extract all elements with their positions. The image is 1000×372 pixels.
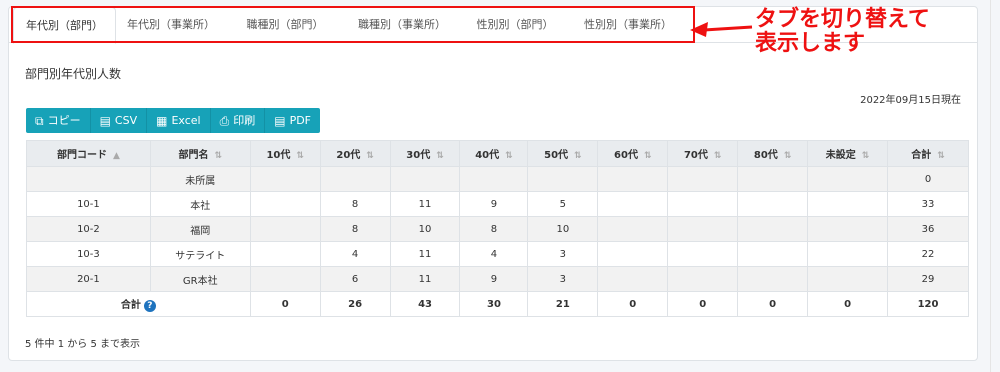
- pdf-button-label: PDF: [289, 114, 311, 127]
- tab-age-by-department[interactable]: 年代別（部門）: [13, 7, 116, 44]
- csv-button-label: CSV: [114, 114, 138, 127]
- age-by-department-table: 部門コード ▲ 部門名 ⇅ 10代 ⇅ 20代 ⇅ 30代 ⇅ 40代 ⇅ 50代 ⇅ 60代…: [26, 140, 969, 317]
- page-scrollbar[interactable]: [990, 0, 1000, 372]
- tab-age-by-office[interactable]: 年代別（事業所）: [119, 7, 223, 43]
- copy-icon: ⧉: [35, 113, 44, 128]
- sort-icon: ⇅: [214, 151, 223, 161]
- sort-icon: ⇅: [574, 151, 582, 161]
- as-of-date: 2022年09月15日現在: [860, 95, 961, 106]
- column-header[interactable]: 合計 ⇅: [887, 140, 969, 167]
- sort-icon: ⇅: [937, 151, 945, 161]
- table-row: 10-3 サテライト 4 11 4 3 22: [26, 241, 969, 267]
- excel-button[interactable]: ▦ Excel: [147, 108, 211, 133]
- table-body: 未所属 0 10-1 本社 8 11 9 5 33 10-2 福岡 8 10 8 10 36 1…: [26, 166, 969, 292]
- table-row: 10-1 本社 8 11 9 5 33: [26, 191, 969, 217]
- table-row: 20-1 GR本社 6 11 9 3 29: [26, 266, 969, 292]
- column-header[interactable]: 20代 ⇅: [319, 140, 391, 167]
- table-row: 10-2 福岡 8 10 8 10 36: [26, 216, 969, 242]
- column-header[interactable]: 70代 ⇅: [667, 140, 739, 167]
- sort-icon: ⇅: [436, 151, 444, 161]
- print-icon: ⎙: [219, 113, 230, 128]
- tab-gender-by-department[interactable]: 性別別（部門）: [465, 7, 565, 43]
- export-button-group: ⧉ コピー ▤ CSV ▦ Excel ⎙ 印刷 ▤ PDF: [26, 108, 320, 133]
- annotation-line-1: タブを切り替えて: [755, 7, 930, 32]
- help-icon[interactable]: ?: [143, 300, 156, 312]
- sort-icon: ⇅: [783, 151, 792, 161]
- total-label-cell: 合計?: [26, 291, 251, 317]
- column-header[interactable]: 80代 ⇅: [737, 140, 809, 167]
- sort-icon: ⇅: [296, 151, 304, 161]
- column-header[interactable]: 未設定 ⇅: [807, 140, 888, 167]
- column-header[interactable]: 40代 ⇅: [459, 140, 529, 167]
- column-header[interactable]: 部門名 ⇅: [149, 140, 251, 167]
- annotation-line-2: 表示します: [755, 31, 866, 56]
- column-header[interactable]: 10代 ⇅: [249, 140, 321, 167]
- file-icon: ▤: [99, 113, 111, 128]
- pagination-info: 5 件中 1 から 5 まで表示: [25, 339, 140, 350]
- table-row: 未所属 0: [26, 166, 969, 192]
- print-button[interactable]: ⎙ 印刷: [210, 108, 266, 133]
- print-button-label: 印刷: [233, 114, 256, 127]
- tab-job-by-department[interactable]: 職種別（部門）: [235, 7, 335, 43]
- section-title: 部門別年代別人数: [25, 67, 122, 81]
- arrow-left-icon: [690, 22, 753, 37]
- column-header[interactable]: 30代 ⇅: [389, 140, 461, 167]
- sort-icon: ⇅: [505, 151, 513, 161]
- sort-icon: ⇅: [713, 151, 722, 161]
- totals-row: 合計? 0 26 43 30 21 0 000 120: [26, 291, 969, 317]
- pdf-button[interactable]: ▤ PDF: [265, 108, 320, 133]
- annotation-callout: タブを切り替えて 表示します: [755, 8, 930, 56]
- sort-icon: ⇅: [366, 151, 374, 161]
- excel-button-label: Excel: [171, 114, 201, 127]
- table-footer: 合計? 0 26 43 30 21 0 000 120: [26, 291, 969, 317]
- column-header[interactable]: 50代 ⇅: [527, 140, 599, 167]
- copy-button-label: コピー: [47, 114, 81, 127]
- sort-icon: ⇅: [861, 151, 870, 161]
- column-header[interactable]: 部門コード ▲: [26, 140, 151, 167]
- csv-button[interactable]: ▤ CSV: [90, 108, 148, 133]
- column-header[interactable]: 60代 ⇅: [597, 140, 669, 167]
- pdf-icon: ▤: [274, 113, 286, 128]
- tab-gender-by-office[interactable]: 性別別（事業所）: [573, 7, 683, 43]
- copy-button[interactable]: ⧉ コピー: [26, 108, 91, 133]
- table-header: 部門コード ▲ 部門名 ⇅ 10代 ⇅ 20代 ⇅ 30代 ⇅ 40代 ⇅ 50代 ⇅ 60代…: [26, 140, 969, 167]
- report-card: 年代別（部門） 年代別（事業所） 職種別（部門） 職種別（事業所） 性別別（部門…: [8, 6, 978, 361]
- excel-icon: ▦: [156, 113, 168, 128]
- tab-job-by-office[interactable]: 職種別（事業所）: [347, 7, 457, 43]
- sort-up-icon: ▲: [112, 151, 120, 161]
- sort-icon: ⇅: [643, 151, 652, 161]
